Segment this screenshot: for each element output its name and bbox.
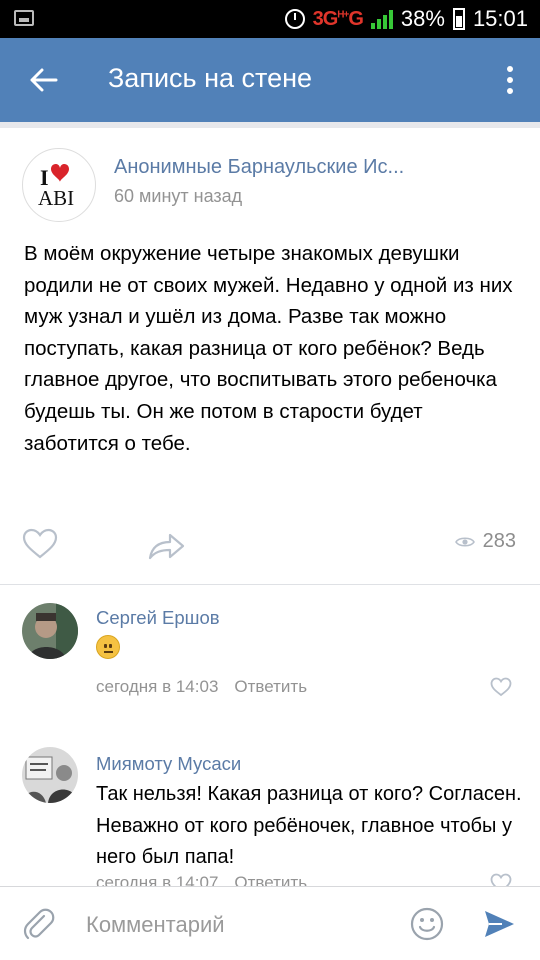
content-area: I ABI Анонимные Барнаульские Ис... 60 ми… [0, 122, 540, 886]
reply-button[interactable]: Ответить [234, 677, 307, 696]
user-photo [22, 747, 78, 803]
battery-icon [452, 8, 465, 30]
back-button[interactable] [22, 58, 66, 102]
commenter-avatar[interactable] [22, 747, 78, 803]
like-button[interactable] [22, 528, 62, 564]
comment-time: сегодня в 14:03 [96, 677, 219, 696]
post-author[interactable]: Анонимные Барнаульские Ис... [114, 156, 404, 179]
battery-percent: 38% [400, 6, 445, 31]
status-bar-right: 3GH+G 38% 15:01 [284, 0, 528, 38]
comment-item: Миямоту Мусаси Так нельзя! Какая разница… [0, 731, 540, 886]
more-vert-icon [507, 66, 513, 72]
comment-like-button[interactable] [490, 873, 516, 886]
emoji-button[interactable] [410, 907, 446, 943]
comment-composer [0, 886, 540, 960]
heart-icon [490, 873, 512, 886]
comment-time: сегодня в 14:07 [96, 873, 219, 886]
comment-text: Так нельзя! Какая разница от кого? Согла… [96, 783, 522, 868]
paperclip-icon [23, 908, 55, 940]
page-title: Запись на стене [108, 63, 313, 93]
comments-list: Сергей Ершов сегодня в 14:03 Ответить Ми… [0, 584, 540, 886]
share-button[interactable] [146, 530, 186, 564]
heart-icon [490, 677, 512, 697]
comment-text [96, 629, 526, 670]
status-bar: 3GH+G 38% 15:01 [0, 0, 540, 38]
eye-icon [454, 536, 475, 547]
screenshot-notification-icon [14, 10, 34, 26]
views-count: 283 [482, 530, 516, 552]
i-love-abi-logo: I ABI [38, 163, 74, 210]
share-arrow-icon [148, 533, 185, 560]
send-icon [485, 911, 514, 937]
comment-meta: сегодня в 14:03 Ответить [96, 677, 307, 697]
neutral-face-emoji [96, 635, 120, 659]
views-counter: 283 [454, 530, 516, 553]
heart-icon [22, 528, 58, 559]
comment-meta: сегодня в 14:07 Ответить [96, 873, 307, 886]
comment-author[interactable]: Сергей Ершов [96, 607, 220, 629]
comment-author[interactable]: Миямоту Мусаси [96, 753, 241, 775]
comment-item: Сергей Ершов сегодня в 14:03 Ответить [0, 585, 540, 731]
commenter-avatar[interactable] [22, 603, 78, 659]
post-text: В моём окружение четыре знакомых девушки… [24, 242, 513, 455]
send-button[interactable] [482, 907, 518, 943]
arrow-back-icon [30, 68, 58, 92]
smile-icon [410, 907, 444, 941]
network-type-label: 3GH+G [312, 7, 364, 30]
user-photo [22, 603, 78, 659]
alarm-icon [284, 9, 305, 29]
community-avatar[interactable]: I ABI [22, 148, 96, 222]
signal-icon [370, 9, 393, 29]
comment-like-button[interactable] [490, 677, 516, 699]
comment-input[interactable] [86, 905, 386, 945]
reply-button[interactable]: Ответить [234, 873, 307, 886]
clock: 15:01 [472, 6, 528, 31]
app-bar: Запись на стене [0, 38, 540, 122]
post-actions: 283 [0, 528, 540, 572]
more-options-button[interactable] [500, 60, 520, 100]
attach-button[interactable] [22, 907, 58, 943]
post-time: 60 минут назад [114, 186, 243, 206]
svg-text:ABI: ABI [38, 186, 74, 210]
wall-post: I ABI Анонимные Барнаульские Ис... 60 ми… [0, 128, 540, 590]
